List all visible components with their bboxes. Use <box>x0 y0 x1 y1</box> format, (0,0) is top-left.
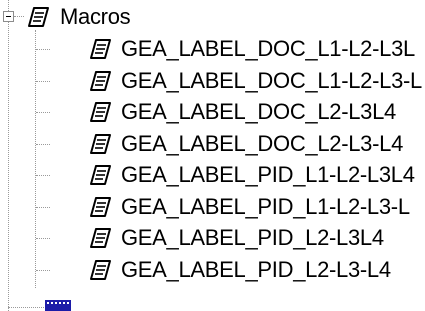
collapse-button[interactable] <box>3 11 14 22</box>
macro-icon <box>24 4 50 30</box>
tree-line-item <box>36 144 50 145</box>
tree-line-item <box>36 49 50 50</box>
tree-line-children <box>35 30 36 288</box>
tree-folder-label[interactable]: Macros <box>60 4 131 30</box>
tree-line-item <box>36 207 50 208</box>
tree-item-label[interactable]: GEA_LABEL_PID_L1-L2-L3-L <box>121 194 410 220</box>
tree-item-label[interactable]: GEA_LABEL_PID_L2-L3-L4 <box>121 257 391 283</box>
macro-icon <box>86 99 112 125</box>
macro-icon <box>86 225 112 251</box>
tree-item-label[interactable]: GEA_LABEL_DOC_L1-L2-L3L <box>121 36 415 62</box>
macros-tree: Macros GEA_LABEL_DOC_L1-L2-L3L GEA_LABEL… <box>0 0 425 311</box>
tree-line-item <box>36 270 50 271</box>
macro-icon <box>86 36 112 62</box>
macro-icon <box>86 162 112 188</box>
tree-line-item <box>36 81 50 82</box>
tree-line-item <box>36 175 50 176</box>
tree-item-label[interactable]: GEA_LABEL_PID_L1-L2-L3L4 <box>121 162 415 188</box>
macro-icon <box>86 131 112 157</box>
macro-icon <box>86 194 112 220</box>
tree-line-next <box>8 307 44 308</box>
table-icon <box>45 300 71 311</box>
tree-item-label[interactable]: GEA_LABEL_PID_L2-L3L4 <box>121 225 384 251</box>
tree-item-label[interactable]: GEA_LABEL_DOC_L2-L3L4 <box>121 99 396 125</box>
tree-item-label[interactable]: GEA_LABEL_DOC_L2-L3-L4 <box>121 131 403 157</box>
macro-icon <box>86 257 112 283</box>
tree-line-folder <box>14 16 24 17</box>
tree-item-label[interactable]: GEA_LABEL_DOC_L1-L2-L3-L <box>121 68 422 94</box>
minus-icon <box>6 16 11 17</box>
tree-line-root <box>8 0 9 311</box>
tree-line-item <box>36 238 50 239</box>
macro-icon <box>86 68 112 94</box>
tree-line-item <box>36 112 50 113</box>
